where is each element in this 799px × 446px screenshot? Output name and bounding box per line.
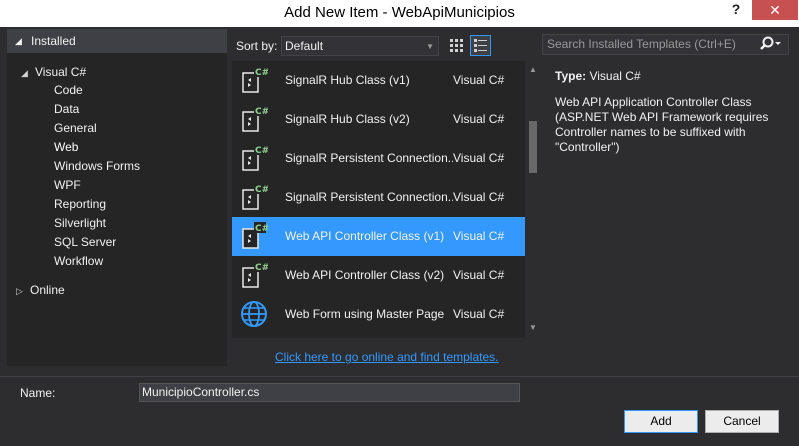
csharp-file-icon: C#: [242, 222, 268, 249]
tree-item-code[interactable]: Code: [54, 81, 83, 100]
sort-by-label: Sort by:: [236, 39, 278, 53]
template-name: Web API Controller Class (v2): [285, 268, 445, 282]
search-button[interactable]: [758, 35, 786, 54]
expanded-arrow-icon: ◢: [15, 36, 22, 46]
close-button[interactable]: ✕: [752, 0, 798, 20]
template-language: Visual C#: [453, 112, 505, 126]
chevron-down-icon: ▼: [426, 42, 434, 51]
csharp-file-icon: C#: [242, 261, 268, 288]
template-language: Visual C#: [453, 151, 505, 165]
category-tree: ◢ Installed ◢ Visual C# Code Data General…: [7, 29, 227, 366]
search-placeholder: Search Installed Templates (Ctrl+E): [547, 37, 736, 51]
svg-text:C#: C#: [255, 68, 268, 78]
sort-dropdown[interactable]: Default ▼: [281, 36, 439, 56]
tree-item-data[interactable]: Data: [54, 100, 79, 119]
tree-item-sql-server[interactable]: SQL Server: [54, 233, 116, 252]
search-icon: [760, 36, 781, 50]
expanded-arrow-icon: ◢: [21, 68, 28, 78]
csharp-file-icon: C#: [242, 183, 268, 210]
scroll-thumb[interactable]: [529, 121, 537, 173]
installed-label: Installed: [31, 34, 76, 48]
list-view-icon: [474, 39, 487, 52]
template-name: Web API Controller Class (v1): [285, 229, 445, 243]
template-name: SignalR Persistent Connection...: [285, 151, 453, 165]
add-button[interactable]: Add: [624, 410, 698, 433]
svg-text:C#: C#: [255, 107, 268, 117]
svg-text:C#: C#: [255, 185, 268, 195]
window-title: Add New Item - WebApiMunicipios: [284, 4, 515, 21]
tree-item-wpf[interactable]: WPF: [54, 176, 81, 195]
template-language: Visual C#: [453, 307, 505, 321]
tree-item-web[interactable]: Web: [54, 138, 78, 157]
installed-header[interactable]: ◢ Installed: [7, 29, 227, 53]
template-row-selected[interactable]: C# Web API Controller Class (v1) Visual …: [232, 217, 525, 256]
info-type-label: Type:: [555, 69, 587, 83]
template-info-pane: Type: Visual C# Web API Application Cont…: [555, 69, 787, 155]
help-button[interactable]: ?: [726, 1, 746, 21]
tree-item-workflow[interactable]: Workflow: [54, 252, 103, 271]
item-name-field[interactable]: MunicipioController.cs: [139, 383, 520, 402]
template-list: C# SignalR Hub Class (v1) Visual C# C# S…: [232, 61, 542, 338]
template-row[interactable]: C# SignalR Persistent Connection... Visu…: [232, 139, 525, 178]
svg-text:C#: C#: [255, 224, 268, 234]
template-language: Visual C#: [453, 73, 505, 87]
tree-item-windows-forms[interactable]: Windows Forms: [54, 157, 140, 176]
tree-item-visual-csharp[interactable]: ◢ Visual C#: [21, 63, 86, 82]
list-view-button[interactable]: [470, 35, 491, 56]
template-name: SignalR Persistent Connection...: [285, 190, 453, 204]
template-name: Web Form using Master Page: [285, 307, 445, 321]
title-bar: Add New Item - WebApiMunicipios ? ✕: [0, 0, 799, 27]
csharp-file-icon: C#: [242, 105, 268, 132]
scroll-down-arrow-icon[interactable]: ▼: [529, 323, 537, 332]
tree-item-label: Visual C#: [35, 65, 87, 79]
template-language: Visual C#: [453, 229, 505, 243]
tree-item-label: Online: [30, 283, 65, 297]
info-type-value: Visual C#: [589, 69, 641, 83]
svg-text:C#: C#: [255, 146, 268, 156]
globe-icon: [241, 301, 267, 327]
bottom-bar: Name: MunicipioController.cs Add Cancel: [0, 376, 799, 446]
tree-item-silverlight[interactable]: Silverlight: [54, 214, 106, 233]
template-row[interactable]: C# Web API Controller Class (v2) Visual …: [232, 256, 525, 295]
template-name: SignalR Hub Class (v1): [285, 73, 410, 87]
info-type: Type: Visual C#: [555, 69, 787, 83]
template-row[interactable]: C# SignalR Persistent Connection... Visu…: [232, 178, 525, 217]
template-language: Visual C#: [453, 268, 505, 282]
sort-value: Default: [285, 39, 324, 53]
search-input[interactable]: Search Installed Templates (Ctrl+E): [542, 34, 789, 55]
template-row[interactable]: C# SignalR Hub Class (v1) Visual C#: [232, 61, 525, 100]
template-name: SignalR Hub Class (v2): [285, 112, 410, 126]
online-templates-link[interactable]: Click here to go online and find templat…: [275, 350, 498, 364]
tree-item-online[interactable]: ▷ Online: [16, 281, 65, 300]
cancel-button[interactable]: Cancel: [705, 410, 779, 433]
small-icons-view-button[interactable]: [446, 35, 467, 56]
name-label: Name:: [20, 386, 56, 400]
tree-item-reporting[interactable]: Reporting: [54, 195, 106, 214]
grid-view-icon: [450, 39, 463, 52]
csharp-file-icon: C#: [242, 66, 268, 93]
collapsed-arrow-icon: ▷: [16, 286, 23, 296]
svg-text:C#: C#: [255, 263, 268, 273]
template-language: Visual C#: [453, 190, 505, 204]
template-row[interactable]: Web Form using Master Page Visual C#: [232, 295, 525, 334]
csharp-file-icon: C#: [242, 144, 268, 171]
scroll-up-arrow-icon[interactable]: ▲: [529, 65, 537, 74]
tree-item-general[interactable]: General: [54, 119, 97, 138]
template-list-scrollbar[interactable]: ▲ ▼: [525, 61, 542, 338]
info-description: Web API Application Controller Class (AS…: [555, 95, 769, 154]
template-row[interactable]: C# SignalR Hub Class (v2) Visual C#: [232, 100, 525, 139]
